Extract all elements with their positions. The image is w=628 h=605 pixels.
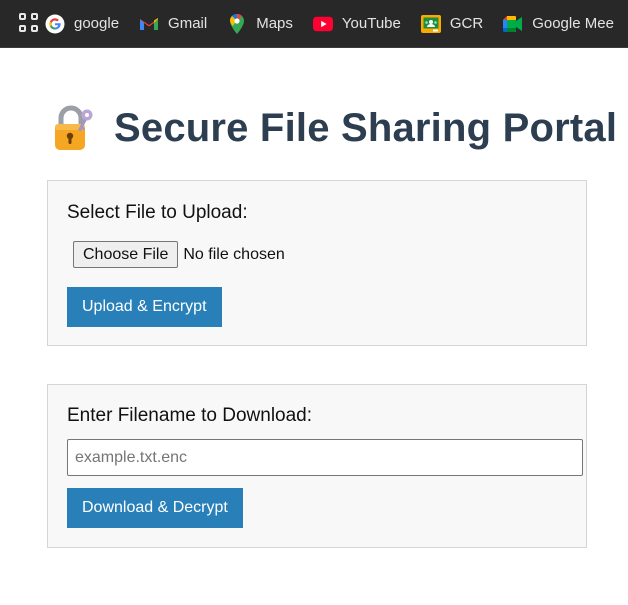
file-picker: Choose File No file chosen (73, 241, 285, 268)
page-header: Secure File Sharing Portal (52, 104, 617, 152)
bookmark-label: google (74, 15, 120, 32)
bookmark-label: YouTube (341, 15, 401, 32)
upload-label: Select File to Upload: (67, 202, 248, 223)
bookmark-label: Maps (256, 15, 293, 32)
bookmark-maps[interactable]: Maps (227, 13, 293, 34)
download-label: Enter Filename to Download: (67, 405, 313, 426)
download-decrypt-button[interactable]: Download & Decrypt (67, 488, 243, 528)
bookmark-label: Google Mee (532, 15, 614, 32)
bookmark-gcr[interactable]: GCR (420, 14, 484, 34)
gmail-icon (139, 14, 159, 34)
upload-panel: Select File to Upload: Choose File No fi… (47, 180, 587, 346)
google-icon (45, 14, 65, 34)
classroom-icon (420, 14, 441, 34)
bookmark-label: Gmail (168, 15, 208, 32)
choose-file-button[interactable]: Choose File (73, 241, 179, 268)
bookmark-youtube[interactable]: YouTube (312, 14, 401, 34)
maps-icon (227, 13, 247, 34)
download-panel: Enter Filename to Download: Download & D… (47, 384, 587, 548)
lock-with-key-icon (52, 104, 96, 152)
bookmark-gmail[interactable]: Gmail (139, 14, 207, 34)
page-title: Secure File Sharing Portal (114, 105, 618, 150)
file-status-text: No file chosen (183, 245, 285, 263)
bookmark-google-meet[interactable]: Google Mee (503, 14, 614, 34)
meet-icon (503, 14, 523, 34)
bookmark-google[interactable]: google (45, 14, 119, 34)
bookmark-label: GCR (449, 15, 484, 32)
bookmarks-bar: google Gmail Maps YouTube GCR Google Mee (0, 0, 628, 48)
filename-input[interactable] (67, 439, 583, 476)
upload-encrypt-button[interactable]: Upload & Encrypt (67, 287, 222, 327)
youtube-icon (312, 14, 333, 34)
